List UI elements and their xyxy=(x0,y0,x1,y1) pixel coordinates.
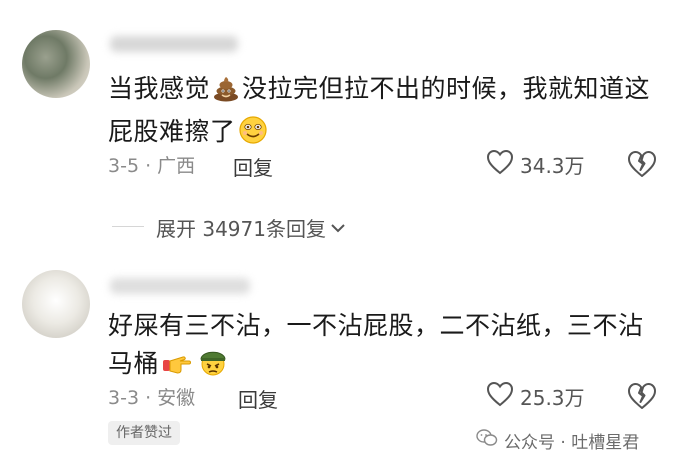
comment-text: 当我感觉 没拉完但拉不出的时候，我就知道这屁股难擦了 xyxy=(108,70,668,156)
like-count: 25.3万 xyxy=(520,386,585,410)
broken-heart-icon xyxy=(627,151,657,182)
poop-emoji xyxy=(212,74,240,113)
chevron-down-icon xyxy=(330,215,346,239)
smile-emoji xyxy=(238,115,268,156)
pointing-hand-emoji xyxy=(161,349,193,388)
user-avatar[interactable] xyxy=(22,270,90,338)
comment-date-location: 3-3 · 安徽 xyxy=(108,387,196,409)
comment-text: 好屎有三不沾，一不沾屁股，二不沾纸，三不沾马桶 xyxy=(108,307,668,388)
like-count: 34.3万 xyxy=(520,154,585,178)
heart-icon xyxy=(486,381,514,412)
reply-button[interactable]: 回复 xyxy=(233,152,273,181)
soldier-emoji xyxy=(197,345,229,388)
username-blurred[interactable] xyxy=(110,278,250,294)
author-liked-badge: 作者赞过 xyxy=(108,421,180,445)
username-blurred[interactable] xyxy=(110,36,238,52)
like-button[interactable]: 34.3万 xyxy=(486,149,585,180)
watermark: 公众号 · 吐槽星君 xyxy=(476,428,639,453)
comment-date-location: 3-5 · 广西 xyxy=(108,155,196,177)
like-button[interactable]: 25.3万 xyxy=(486,381,585,412)
user-avatar[interactable] xyxy=(22,30,90,98)
dislike-button[interactable] xyxy=(627,150,657,182)
divider-line xyxy=(112,226,144,227)
expand-replies-button[interactable]: 展开 34971条回复 xyxy=(156,212,346,242)
dislike-button[interactable] xyxy=(627,382,657,414)
reply-button[interactable]: 回复 xyxy=(238,384,278,413)
broken-heart-icon xyxy=(627,383,657,414)
heart-icon xyxy=(486,149,514,180)
wechat-icon xyxy=(476,428,498,453)
